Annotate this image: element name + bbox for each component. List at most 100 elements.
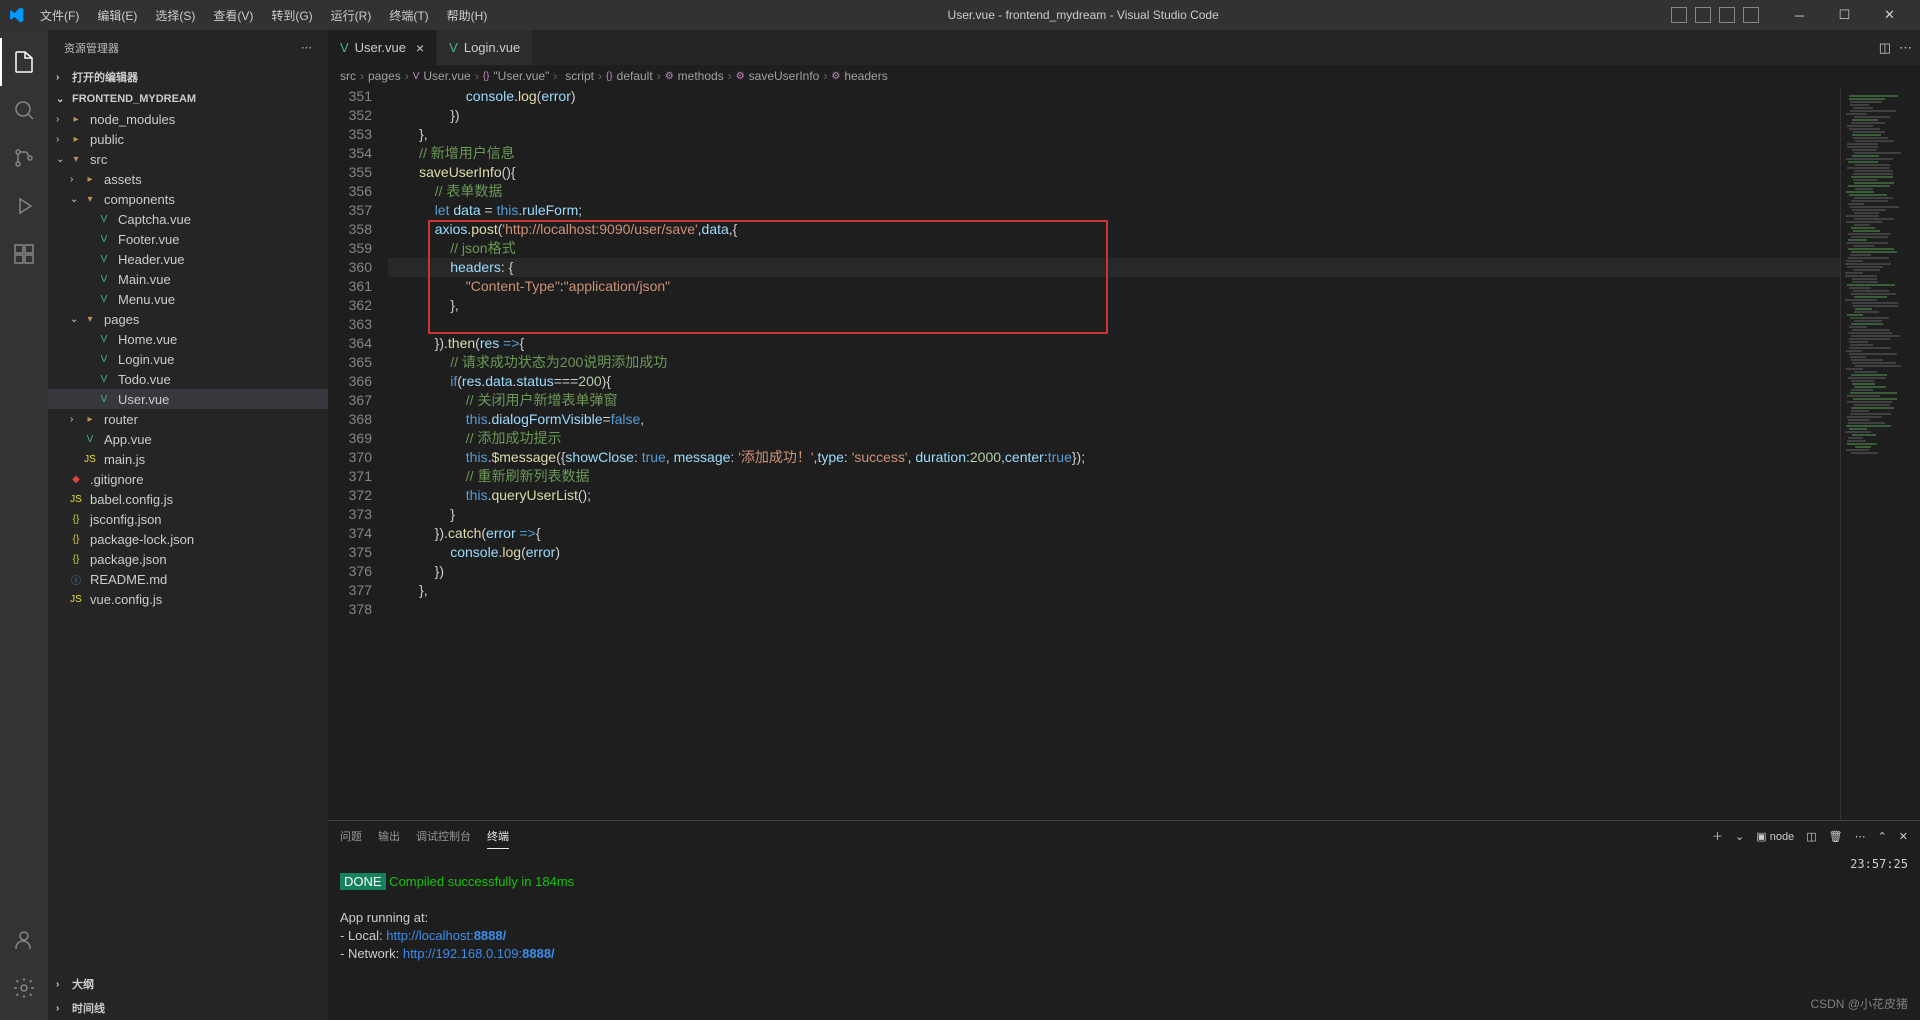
code-line[interactable]: if(res.data.status===200){ — [388, 372, 1840, 391]
tree-item[interactable]: VMain.vue — [48, 269, 328, 289]
maximize-panel-icon[interactable]: ⌃ — [1878, 830, 1887, 843]
more-actions-icon[interactable]: ⋯ — [1899, 40, 1912, 56]
close-tab-icon[interactable]: × — [416, 40, 424, 56]
code-line[interactable]: }, — [388, 581, 1840, 600]
search-activity[interactable] — [0, 86, 48, 134]
tree-item[interactable]: VFooter.vue — [48, 229, 328, 249]
tree-item[interactable]: ›▸node_modules — [48, 109, 328, 129]
tree-item[interactable]: ⌄▾components — [48, 189, 328, 209]
breadcrumb-item[interactable]: src — [340, 69, 356, 83]
tree-item[interactable]: VHeader.vue — [48, 249, 328, 269]
terminal-tab[interactable]: 问题 — [340, 824, 362, 848]
close-panel-icon[interactable]: ✕ — [1899, 830, 1908, 843]
menu-item[interactable]: 终端(T) — [381, 3, 436, 28]
tree-item[interactable]: JSmain.js — [48, 449, 328, 469]
terminal-output[interactable]: 23:57:25 DONE Compiled successfully in 1… — [328, 851, 1920, 1020]
code-line[interactable]: // 新增用户信息 — [388, 144, 1840, 163]
layout-panel-icon[interactable] — [1695, 7, 1711, 23]
split-terminal-icon[interactable]: ◫ — [1806, 830, 1816, 843]
code-line[interactable] — [388, 315, 1840, 334]
tree-item[interactable]: ⓘREADME.md — [48, 569, 328, 589]
tree-item[interactable]: VCaptcha.vue — [48, 209, 328, 229]
code-line[interactable]: // json格式 — [388, 239, 1840, 258]
tree-item[interactable]: VApp.vue — [48, 429, 328, 449]
tree-item[interactable]: {}package-lock.json — [48, 529, 328, 549]
close-button[interactable]: ✕ — [1867, 0, 1912, 30]
terminal-tab[interactable]: 输出 — [378, 824, 400, 848]
code-line[interactable]: }, — [388, 296, 1840, 315]
code-line[interactable]: // 添加成功提示 — [388, 429, 1840, 448]
breadcrumb-item[interactable]: V User.vue — [413, 69, 471, 83]
tree-item[interactable]: {}package.json — [48, 549, 328, 569]
code-line[interactable]: // 请求成功状态为200说明添加成功 — [388, 353, 1840, 372]
network-url-link[interactable]: http://192.168.0.109:8888/ — [403, 946, 555, 961]
code-editor[interactable]: 3513523533543553563573583593603613623633… — [328, 87, 1840, 820]
menu-item[interactable]: 运行(R) — [323, 3, 380, 28]
tree-item[interactable]: JSbabel.config.js — [48, 489, 328, 509]
terminal-dropdown-icon[interactable]: ⌄ — [1735, 830, 1744, 843]
new-terminal-icon[interactable]: ＋ — [1712, 828, 1723, 844]
terminal-tab[interactable]: 调试控制台 — [416, 824, 471, 848]
minimize-button[interactable]: ─ — [1777, 0, 1822, 30]
menu-item[interactable]: 帮助(H) — [439, 3, 496, 28]
code-line[interactable]: }) — [388, 562, 1840, 581]
menu-item[interactable]: 编辑(E) — [89, 3, 145, 28]
code-line[interactable]: this.$message({showClose: true, message:… — [388, 448, 1840, 467]
tree-item[interactable]: VMenu.vue — [48, 289, 328, 309]
breadcrumb-item[interactable]: ⚙ headers — [831, 69, 887, 83]
code-line[interactable]: }, — [388, 125, 1840, 144]
outline-section[interactable]: ›大纲 — [48, 972, 328, 996]
split-editor-icon[interactable]: ◫ — [1879, 40, 1891, 56]
editor-tab[interactable]: VUser.vue× — [328, 30, 437, 65]
code-line[interactable]: console.log(error) — [388, 543, 1840, 562]
breadcrumb-item[interactable]: {} default — [606, 69, 653, 83]
local-url-link[interactable]: http://localhost:8888/ — [386, 928, 506, 943]
layout-customize-icon[interactable] — [1743, 7, 1759, 23]
code-line[interactable]: } — [388, 505, 1840, 524]
tree-item[interactable]: {}jsconfig.json — [48, 509, 328, 529]
accounts-activity[interactable] — [0, 916, 48, 964]
maximize-button[interactable]: ☐ — [1822, 0, 1867, 30]
kill-terminal-icon[interactable]: 🗑 — [1829, 830, 1843, 843]
code-line[interactable]: console.log(error) — [388, 87, 1840, 106]
breadcrumb-item[interactable]: pages — [368, 69, 401, 83]
breadcrumb[interactable]: src›pages›V User.vue›{} "User.vue"› scri… — [328, 65, 1920, 87]
code-line[interactable]: "Content-Type":"application/json" — [388, 277, 1840, 296]
timeline-section[interactable]: ›时间线 — [48, 996, 328, 1020]
source-control-activity[interactable] — [0, 134, 48, 182]
minimap[interactable] — [1840, 87, 1920, 820]
explorer-activity[interactable] — [0, 38, 48, 86]
code-line[interactable]: headers: { — [388, 258, 1840, 277]
tree-item[interactable]: ›▸public — [48, 129, 328, 149]
tree-item[interactable]: VLogin.vue — [48, 349, 328, 369]
tree-item[interactable]: ◆.gitignore — [48, 469, 328, 489]
code-line[interactable]: }) — [388, 106, 1840, 125]
breadcrumb-item[interactable]: script — [561, 69, 594, 83]
menu-item[interactable]: 文件(F) — [32, 3, 87, 28]
tree-item[interactable]: VTodo.vue — [48, 369, 328, 389]
editor-tab[interactable]: VLogin.vue — [437, 30, 533, 65]
run-debug-activity[interactable] — [0, 182, 48, 230]
code-line[interactable] — [388, 600, 1840, 619]
terminal-shell-icon[interactable]: ▣ node — [1756, 830, 1794, 843]
tree-item[interactable]: VUser.vue — [48, 389, 328, 409]
layout-sidebar-left-icon[interactable] — [1671, 7, 1687, 23]
code-line[interactable]: }).then(res =>{ — [388, 334, 1840, 353]
menu-item[interactable]: 选择(S) — [147, 3, 203, 28]
project-section[interactable]: ⌄FRONTEND_MYDREAM — [48, 89, 328, 109]
tree-item[interactable]: ›▸assets — [48, 169, 328, 189]
menu-item[interactable]: 转到(G) — [263, 3, 320, 28]
layout-sidebar-right-icon[interactable] — [1719, 7, 1735, 23]
code-line[interactable]: saveUserInfo(){ — [388, 163, 1840, 182]
code-line[interactable]: // 表单数据 — [388, 182, 1840, 201]
code-line[interactable]: // 关闭用户新增表单弹窗 — [388, 391, 1840, 410]
tree-item[interactable]: VHome.vue — [48, 329, 328, 349]
tree-item[interactable]: JSvue.config.js — [48, 589, 328, 609]
code-line[interactable]: axios.post('http://localhost:9090/user/s… — [388, 220, 1840, 239]
tree-item[interactable]: ›▸router — [48, 409, 328, 429]
code-line[interactable]: let data = this.ruleForm; — [388, 201, 1840, 220]
code-line[interactable]: }).catch(error =>{ — [388, 524, 1840, 543]
tree-item[interactable]: ⌄▾pages — [48, 309, 328, 329]
settings-activity[interactable] — [0, 964, 48, 1012]
tree-item[interactable]: ⌄▾src — [48, 149, 328, 169]
